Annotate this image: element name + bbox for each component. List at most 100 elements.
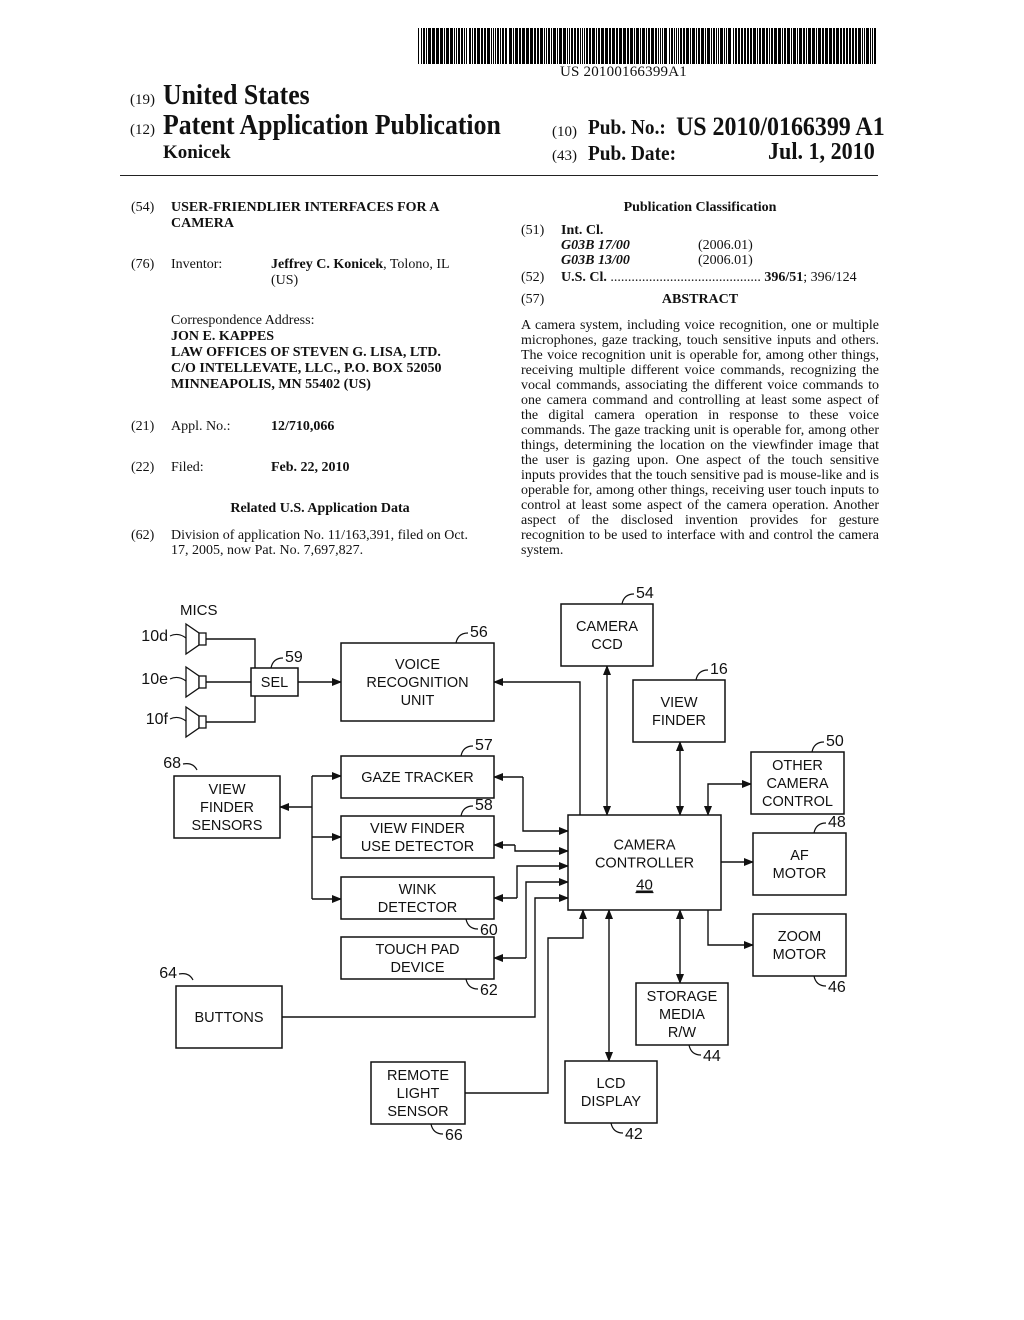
ref-viewfinder: 16 — [695, 661, 728, 681]
block-sel-label: SEL — [261, 675, 288, 691]
block-viewfinder: VIEW FINDER — [632, 679, 726, 743]
ref-number: 44 — [703, 1048, 721, 1065]
connector-line — [522, 777, 569, 835]
ref-number: 56 — [470, 624, 488, 641]
ref-number: 16 — [710, 661, 728, 678]
block-diagram: SEL VOICE RECOGNITION UNIT CAMERA CCD VIEW FIND… — [141, 585, 847, 1144]
mic-icon — [185, 705, 207, 739]
block-wink: WINK DETECTOR — [340, 876, 495, 920]
block-af-label: AF — [790, 848, 809, 864]
ref-wink: 60 — [465, 918, 498, 939]
connector-line — [493, 678, 581, 815]
controller-ref-number: 40 — [636, 877, 653, 894]
mic-icon — [185, 622, 207, 656]
mic-ref: 10d — [141, 628, 168, 645]
ref-gaze: 57 — [460, 737, 493, 757]
ref-leader — [169, 716, 187, 722]
block-ccd: CAMERA CCD — [560, 603, 654, 667]
connector-line — [525, 878, 569, 958]
block-ccd-label: CAMERA — [576, 619, 638, 635]
block-vfsensors: VIEW FINDER SENSORS — [173, 775, 281, 839]
ref-number: 50 — [826, 733, 844, 750]
block-zoom-label: ZOOM — [778, 929, 822, 945]
ref-number: 68 — [163, 755, 181, 772]
block-remote: REMOTE LIGHT SENSOR — [370, 1061, 466, 1125]
connector-line — [514, 845, 569, 855]
ref-touch: 62 — [465, 978, 498, 999]
ref-voice: 56 — [455, 624, 488, 644]
block-af-box — [752, 832, 847, 896]
block-remote-label: LIGHT — [397, 1086, 440, 1102]
ref-number: 42 — [625, 1126, 643, 1143]
ref-leader — [169, 633, 187, 639]
ref-leader — [621, 593, 635, 605]
ref-number: 57 — [475, 737, 493, 754]
block-remote-label: REMOTE — [387, 1068, 449, 1084]
ref-leader — [813, 822, 827, 834]
block-storage: STORAGE MEDIA R/W — [635, 982, 729, 1046]
block-gaze: GAZE TRACKER — [340, 755, 495, 799]
ref-leader — [270, 657, 284, 669]
block-controller: CAMERA CONTROLLER 40 — [567, 814, 722, 911]
block-touch-label: DEVICE — [391, 960, 445, 976]
ref-ccd: 54 — [621, 585, 654, 605]
block-vfuse: VIEW FINDER USE DETECTOR — [340, 815, 495, 859]
ref-leader — [688, 1044, 702, 1056]
block-viewfinder-label: FINDER — [652, 713, 706, 729]
block-wink-label: WINK — [399, 882, 437, 898]
block-touch: TOUCH PAD DEVICE — [340, 936, 495, 980]
connector-line — [206, 696, 256, 723]
ref-leader — [465, 918, 479, 930]
ref-storage: 44 — [688, 1044, 721, 1065]
ref-number: 54 — [636, 585, 654, 602]
ref-leader — [465, 978, 479, 990]
block-lcd-box — [564, 1060, 658, 1124]
ref-buttons: 64 — [159, 965, 194, 982]
block-lcd: LCD DISPLAY — [564, 1060, 658, 1124]
block-sel: SEL — [250, 667, 299, 697]
block-touch-label: TOUCH PAD — [375, 942, 459, 958]
block-voice-label: UNIT — [401, 693, 435, 709]
block-zoom: ZOOM MOTOR — [752, 913, 847, 977]
mic-ref: 10e — [141, 671, 168, 688]
ref-vfuse: 58 — [460, 797, 493, 817]
block-zoom-label: MOTOR — [773, 947, 827, 963]
ref-leader — [460, 805, 474, 817]
ref-lcd: 42 — [610, 1122, 643, 1143]
block-vfsensors-label: FINDER — [200, 800, 254, 816]
block-voice: VOICE RECOGNITION UNIT — [340, 642, 495, 722]
ref-leader — [169, 676, 187, 682]
block-controller-label: CAMERA — [613, 838, 675, 854]
block-other-label: OTHER — [772, 758, 823, 774]
block-zoom-box — [752, 913, 847, 977]
ref-number: 59 — [285, 649, 303, 666]
block-vfuse-label: VIEW FINDER — [370, 821, 465, 837]
ref-leader — [811, 741, 825, 753]
connector-line — [704, 780, 752, 816]
ref-zoom: 46 — [813, 975, 846, 996]
connector-line — [707, 910, 754, 949]
mic-ref: 10f — [146, 711, 169, 728]
ref-number: 60 — [480, 922, 498, 939]
block-vfuse-label: USE DETECTOR — [361, 839, 474, 855]
block-ccd-box — [560, 603, 654, 667]
ref-leader — [813, 975, 827, 987]
block-voice-label: VOICE — [395, 657, 440, 673]
block-lcd-label: DISPLAY — [581, 1094, 642, 1110]
mics-label: MICS — [180, 602, 218, 619]
block-lcd-label: LCD — [596, 1076, 625, 1092]
block-voice-label: RECOGNITION — [366, 675, 468, 691]
mic-icon — [185, 665, 207, 699]
ref-leader — [610, 1122, 624, 1134]
ref-leader — [460, 745, 474, 757]
block-buttons-label: BUTTONS — [194, 1010, 263, 1026]
ref-leader — [695, 669, 709, 681]
ref-number: 46 — [828, 979, 846, 996]
block-vfsensors-label: VIEW — [208, 782, 245, 798]
block-controller-label: CONTROLLER — [595, 856, 694, 872]
ref-remote: 66 — [430, 1123, 463, 1144]
ref-number: 48 — [828, 814, 846, 831]
block-gaze-label: GAZE TRACKER — [361, 770, 474, 786]
ref-af: 48 — [813, 814, 846, 834]
ref-number: 62 — [480, 982, 498, 999]
